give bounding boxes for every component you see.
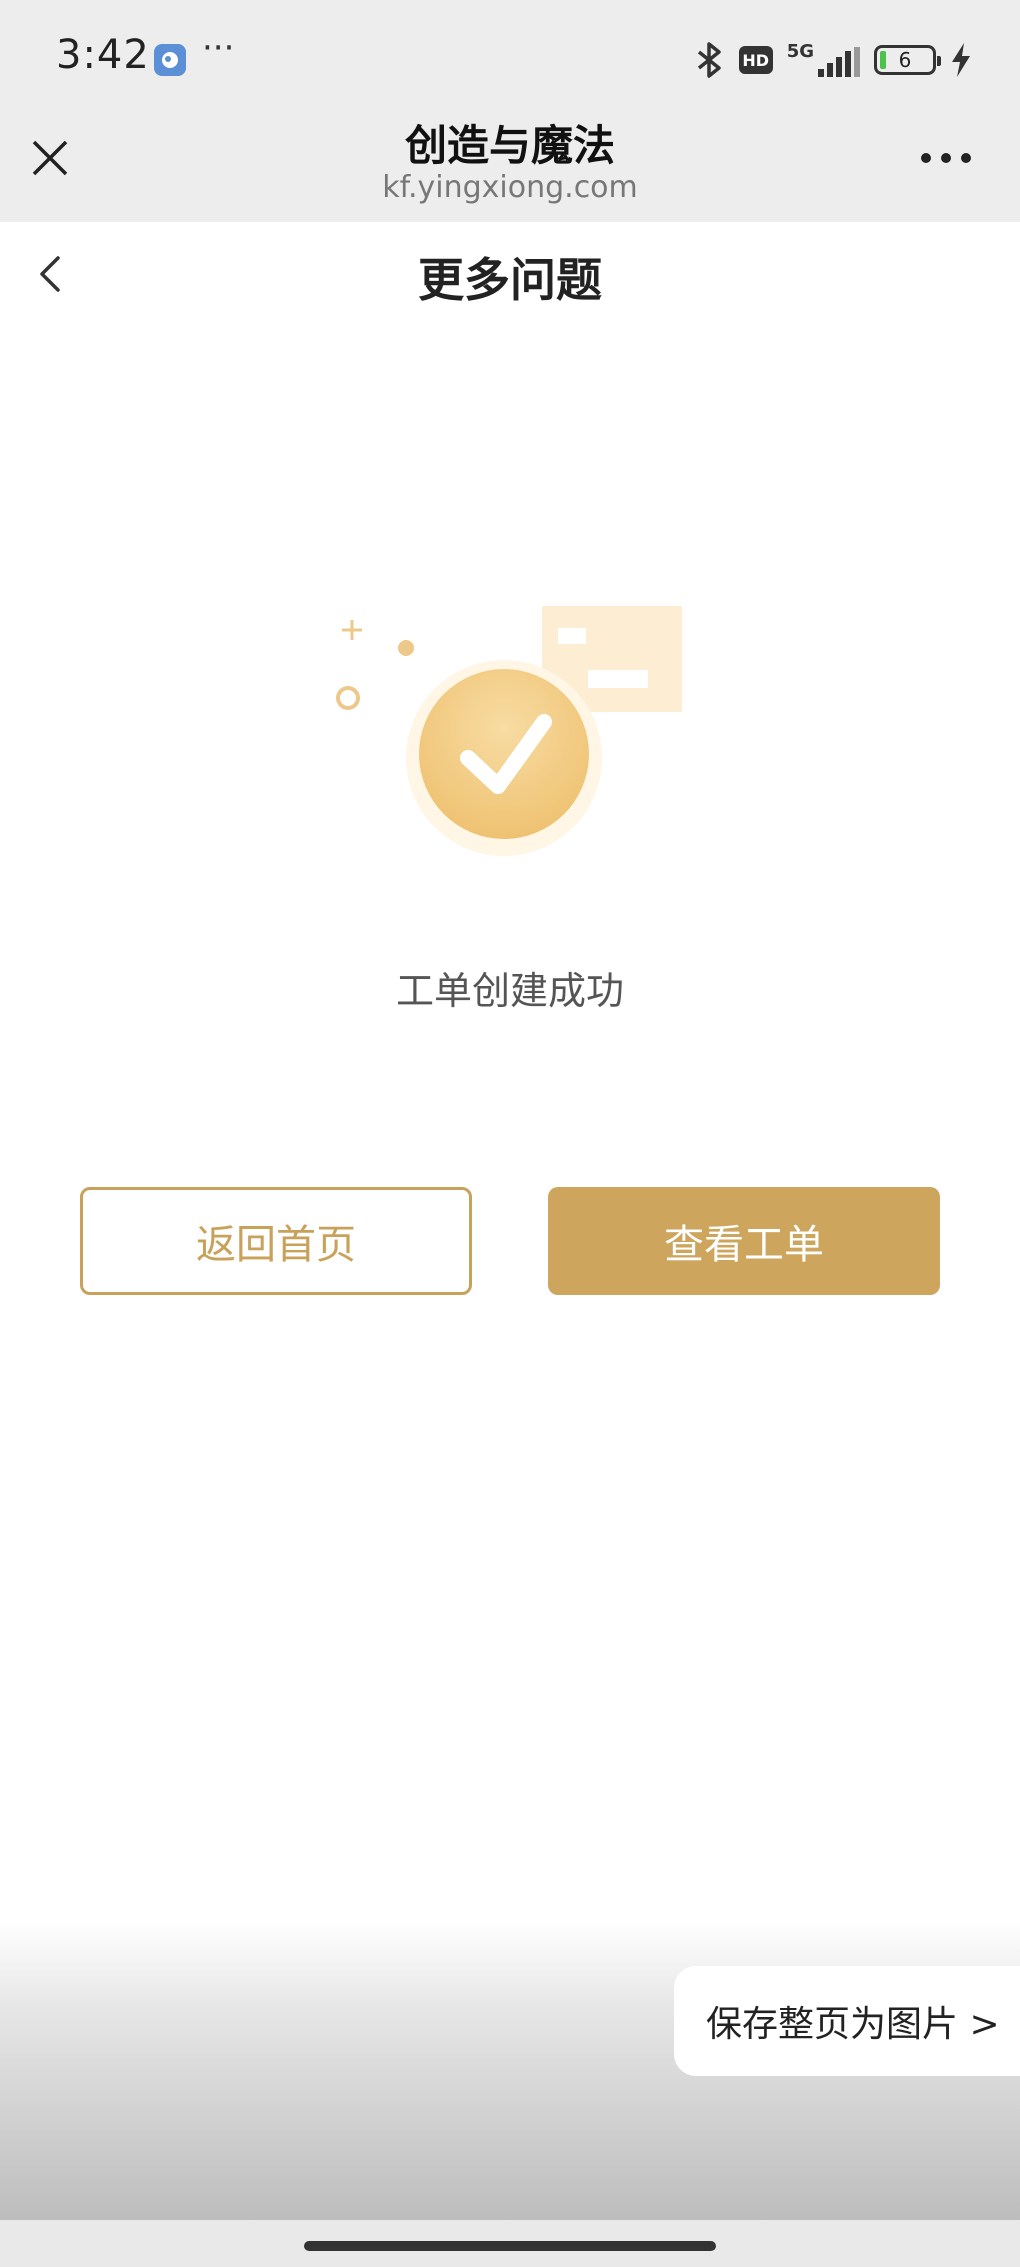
status-more: ···	[202, 28, 235, 68]
home-indicator[interactable]	[304, 2241, 716, 2251]
result-message: 工单创建成功	[395, 969, 624, 1013]
more-icon[interactable]	[918, 148, 974, 168]
browser-badge-icon	[154, 44, 186, 76]
charging-icon	[952, 43, 970, 77]
battery-level: 6	[898, 48, 912, 72]
page-header-title: 创造与魔法	[404, 121, 615, 170]
page-url: kf.yingxiong.com	[382, 170, 638, 205]
status-icons: HD 5G 6	[693, 36, 972, 84]
save-page-as-image-button[interactable]: 保存整页为图片 >	[674, 1966, 1020, 2076]
success-check-icon	[336, 606, 682, 856]
battery-icon: 6	[874, 45, 941, 75]
view-ticket-button[interactable]: 查看工单	[548, 1187, 940, 1295]
page-title: 更多问题	[418, 253, 602, 307]
network-label: 5G	[786, 41, 814, 62]
browser-header: 3:42 ··· HD 5G 6 创造与魔法 kf.yingxiong.com	[0, 0, 1020, 222]
signal-icon: 5G	[787, 43, 860, 77]
status-time: 3:42	[56, 32, 150, 78]
back-home-button[interactable]: 返回首页	[80, 1187, 472, 1295]
bluetooth-icon	[697, 42, 721, 78]
screen: 3:42 ··· HD 5G 6 创造与魔法 kf.yingxiong.com …	[0, 0, 1020, 2267]
hd-badge: HD	[738, 46, 773, 74]
